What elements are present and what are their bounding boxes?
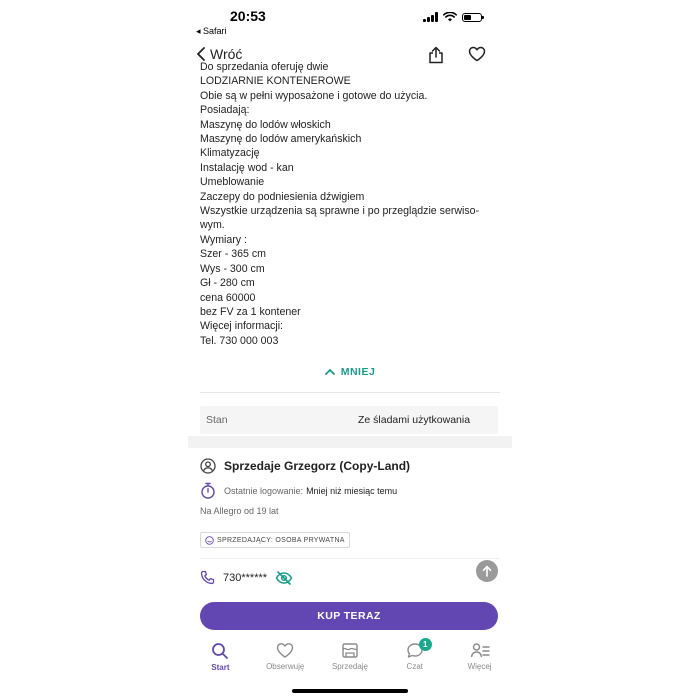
seller-type-text: SPRZEDAJĄCY: OSOBA PRYWATNA [217, 536, 345, 544]
wifi-icon [443, 12, 457, 22]
param-row-condition: Stan Ze śladami użytkowania [200, 406, 498, 434]
description-line: Szer - 365 cm [200, 248, 266, 261]
stopwatch-icon [201, 482, 215, 499]
user-icon [200, 458, 216, 474]
description-line: wym. [200, 219, 225, 232]
description-line: Tel. 730 000 003 [200, 334, 279, 347]
seller-phone-row: 730****** [200, 570, 293, 585]
description-line: cena 60000 [200, 291, 256, 304]
description-line: Wszystkie urządzenia są sprawne i po prz… [200, 205, 480, 218]
back-to-safari-link[interactable]: ◂ Safari [196, 26, 227, 37]
tab-watch[interactable]: Obserwuję [253, 638, 317, 682]
description-line: Do sprzedania oferuję dwie [200, 61, 329, 73]
description-line: Umeblowanie [200, 176, 265, 189]
description-line: bez FV za 1 kontener [200, 305, 301, 318]
screenshot-frame: 20:53 ◂ Safari Wróć Do sprzedania oferuj… [0, 0, 700, 700]
divider [200, 392, 500, 393]
user-menu-icon [470, 643, 490, 658]
section-gap [188, 436, 512, 448]
description-line: LODZIARNIE KONTENEROWE [200, 75, 351, 88]
status-time: 20:53 [230, 8, 266, 24]
tab-label: Obserwuję [266, 662, 305, 671]
status-icons [423, 12, 484, 22]
divider [200, 558, 500, 559]
scroll-to-top-button[interactable] [476, 560, 498, 582]
description-line: Maszynę do lodów włoskich [200, 118, 331, 131]
description-line: Gł - 280 cm [200, 277, 255, 290]
home-indicator [292, 689, 408, 693]
show-less-button[interactable]: MNIEJ [188, 366, 512, 378]
seller-name: Sprzedaje Grzegorz (Copy-Land) [224, 459, 411, 473]
seller-name-row[interactable]: Sprzedaje Grzegorz (Copy-Land) [200, 458, 410, 474]
phone-screen: 20:53 ◂ Safari Wróć Do sprzedania oferuj… [188, 0, 512, 700]
tab-chat[interactable]: 1 Czat [383, 638, 447, 682]
offer-description: Do sprzedania oferuję dwie LODZIARNIE KON… [200, 60, 500, 350]
description-line: Zaczepy do podniesienia dźwigiem [200, 190, 365, 203]
description-line: Instalację wod - kan [200, 161, 294, 174]
last-login-value: Mniej niż miesiąc temu [306, 485, 398, 496]
seller-last-login: Ostatnie logowanie: Mniej niż miesiąc te… [200, 482, 397, 499]
seller-since: Na Allegro od 19 lat [200, 506, 279, 516]
heart-icon [276, 643, 294, 658]
bottom-tab-bar: Start Obserwuję Sprzedaję 1 Czat Więcej [188, 638, 512, 682]
tab-label: Więcej [467, 662, 492, 671]
tab-label: Start [211, 663, 230, 672]
seller-type-badge: SPRZEDAJĄCY: OSOBA PRYWATNA [200, 532, 350, 548]
show-less-label: MNIEJ [340, 366, 376, 378]
chat-unread-badge: 1 [418, 638, 432, 651]
tab-more[interactable]: Więcej [448, 638, 512, 682]
description-line: Więcej informacji: [200, 320, 284, 333]
smile-icon [205, 535, 214, 545]
tab-label: Czat [406, 662, 423, 671]
seller-phone-masked: 730****** [223, 571, 268, 584]
tab-sell[interactable]: Sprzedaję [318, 638, 382, 682]
description-line: Posiadają: [200, 104, 250, 117]
description-line: Klimatyzację [200, 147, 260, 160]
description-line: Wys - 300 cm [200, 262, 265, 275]
chevron-up-icon [324, 369, 335, 375]
last-login-label: Ostatnie logowanie: [224, 485, 304, 496]
seller-card: Sprzedaje Grzegorz (Copy-Land) Ostatnie … [188, 448, 512, 598]
arrow-up-icon [482, 565, 492, 577]
tab-start[interactable]: Start [188, 638, 252, 682]
phone-icon [200, 570, 215, 585]
description-line: Wymiary : [200, 233, 247, 246]
description-line: Obie są w pełni wyposażone i gotowe do u… [200, 89, 428, 102]
tab-label: Sprzedaję [331, 662, 368, 671]
description-line: Maszynę do lodów amerykańskich [200, 133, 362, 146]
search-icon [212, 643, 229, 659]
param-value: Ze śladami użytkowania [358, 414, 471, 426]
buy-now-button[interactable]: KUP TERAZ [200, 602, 498, 630]
show-phone-eye-icon[interactable] [275, 570, 293, 585]
param-key: Stan [206, 414, 228, 426]
cellular-signal-icon [423, 12, 438, 22]
battery-icon [462, 12, 484, 22]
store-icon [342, 643, 358, 658]
